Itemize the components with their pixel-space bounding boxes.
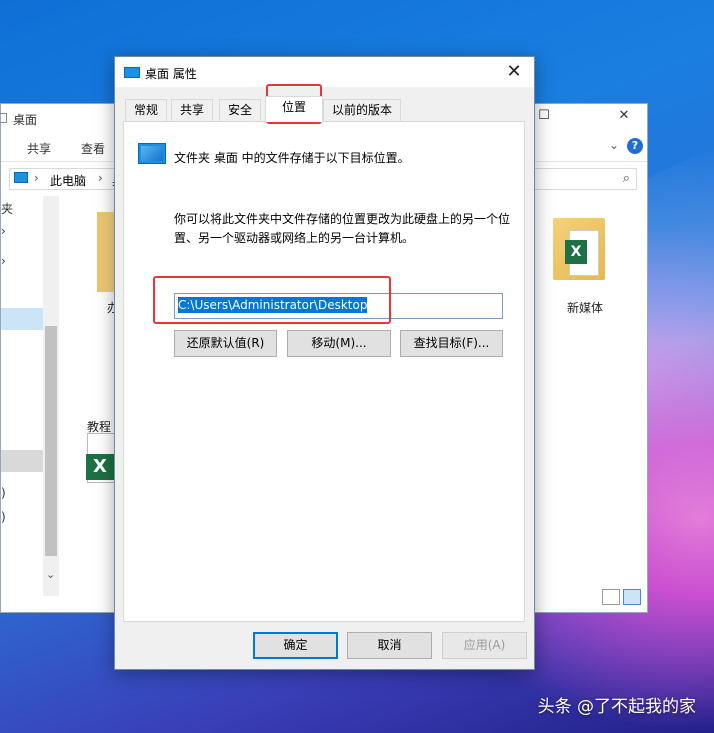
desktop-icon xyxy=(124,67,140,78)
breadcrumb-separator: › xyxy=(98,171,103,185)
file-name[interactable]: 教程 xyxy=(87,418,111,435)
ribbon-tab-view[interactable]: 查看 xyxy=(81,140,105,157)
move-button[interactable]: 移动(M)... xyxy=(287,330,391,357)
location-tab-panel: 文件夹 桌面 中的文件存储于以下目标位置。 你可以将此文件夹中文件存储的位置更改… xyxy=(123,121,525,622)
details-view-icon[interactable] xyxy=(602,589,620,605)
nav-item[interactable]: ) xyxy=(1,510,6,524)
watermark: 头条 @了不起我的家 xyxy=(537,697,696,717)
cancel-button[interactable]: 取消 xyxy=(347,632,432,659)
explorer-title: 桌面 xyxy=(13,113,38,127)
breadcrumb-this-pc[interactable]: 此电脑 xyxy=(50,172,86,189)
dialog-titlebar[interactable]: 桌面 属性 ✕ xyxy=(115,57,534,87)
nav-item[interactable]: ) xyxy=(1,486,6,500)
tab-sharing[interactable]: 共享 xyxy=(171,99,213,121)
location-path-text: C:\Users\Administrator\Desktop xyxy=(178,297,368,313)
view-toggle xyxy=(599,589,641,608)
nav-item[interactable]: › xyxy=(1,254,6,268)
tab-location[interactable]: 位置 xyxy=(265,96,323,122)
nav-item-selected[interactable] xyxy=(1,308,43,330)
location-path-field[interactable]: C:\Users\Administrator\Desktop xyxy=(174,293,503,319)
scrollbar-thumb[interactable] xyxy=(45,326,57,556)
nav-scrollbar[interactable]: ⌄ xyxy=(43,196,59,596)
close-button[interactable]: ✕ xyxy=(502,61,526,83)
address-bar[interactable]: › 此电脑 › 桌 xyxy=(9,168,124,190)
file-name[interactable]: 新媒体 xyxy=(567,299,603,316)
desktop-icon xyxy=(14,172,28,183)
large-icons-view-icon[interactable] xyxy=(623,589,641,605)
restore-default-button[interactable]: 还原默认值(R) xyxy=(174,330,277,357)
tab-security[interactable]: 安全 xyxy=(219,99,261,121)
excel-icon: X xyxy=(565,240,587,264)
properties-dialog[interactable]: 桌面 属性 ✕ 常规 共享 安全 位置 以前的版本 文件夹 桌面 中的文件存储于… xyxy=(114,56,535,670)
breadcrumb-separator: › xyxy=(34,171,39,185)
tab-previous-versions[interactable]: 以前的版本 xyxy=(323,99,401,121)
nav-item[interactable]: 夹 xyxy=(1,200,13,217)
location-heading: 文件夹 桌面 中的文件存储于以下目标位置。 xyxy=(174,151,410,165)
close-button[interactable]: ✕ xyxy=(609,108,639,128)
nav-item-hover[interactable] xyxy=(1,450,43,472)
excel-icon: X xyxy=(86,454,114,480)
search-icon: ⌕ xyxy=(622,171,630,186)
chevron-down-icon[interactable]: ⌄ xyxy=(609,138,619,152)
scroll-down-arrow[interactable]: ⌄ xyxy=(46,568,55,581)
dialog-title: 桌面 属性 xyxy=(145,67,197,81)
location-description: 你可以将此文件夹中文件存储的位置更改为此硬盘上的另一个位置、另一个驱动器或网络上… xyxy=(174,212,511,245)
apply-button[interactable]: 应用(A) xyxy=(442,632,527,659)
help-icon[interactable]: ? xyxy=(627,138,643,154)
search-box[interactable]: ⌕ xyxy=(531,168,637,190)
desktop-folder-icon xyxy=(138,143,166,164)
ok-button[interactable]: 确定 xyxy=(253,632,338,659)
folder-icon[interactable]: X xyxy=(553,212,605,282)
ribbon-tab-share[interactable]: 共享 xyxy=(27,140,51,157)
nav-item[interactable]: › xyxy=(1,224,6,238)
tab-general[interactable]: 常规 xyxy=(125,99,167,121)
folder-icon xyxy=(0,113,7,123)
find-target-button[interactable]: 查找目标(F)... xyxy=(400,330,503,357)
